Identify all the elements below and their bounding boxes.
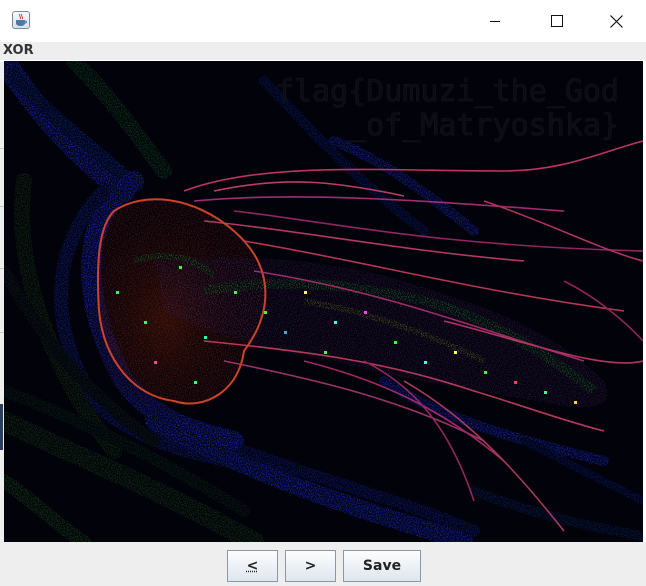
jellyfish-image: flag{Dumuzi_the_God _of_Matryoshka} (4, 61, 643, 542)
next-button[interactable]: > (285, 550, 336, 582)
overlay-text-line1: flag{Dumuzi_the_God (276, 74, 619, 109)
previous-button[interactable]: < (227, 550, 278, 582)
xor-image-view: flag{Dumuzi_the_God _of_Matryoshka} (4, 61, 643, 542)
save-button[interactable]: Save (343, 550, 421, 582)
previous-label: < (246, 558, 259, 574)
overlay-text-line2: _of_Matryoshka} (348, 108, 619, 143)
save-label: Save (362, 558, 402, 574)
next-label: > (304, 558, 317, 574)
java-coffee-cup-icon[interactable] (12, 11, 30, 29)
maximize-button[interactable] (534, 0, 580, 42)
xor-label: XOR (3, 43, 34, 58)
maximize-icon (551, 15, 563, 27)
navigation-bar: < > Save (0, 542, 646, 586)
minimize-icon (490, 21, 500, 22)
minimize-button[interactable] (472, 0, 518, 42)
close-button[interactable] (593, 0, 639, 42)
panel-header: XOR (0, 42, 646, 60)
close-icon (609, 14, 623, 28)
title-bar (0, 0, 646, 42)
